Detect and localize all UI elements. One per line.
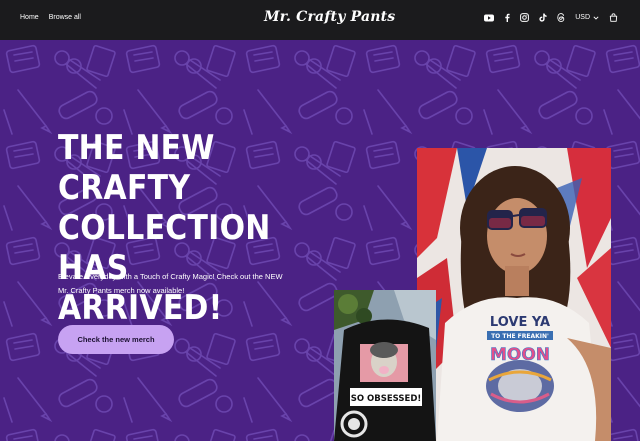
shirt-text-so-obsessed: SO OBSESSED! (351, 394, 422, 404)
tiktok-icon[interactable] (539, 13, 547, 22)
shirt-text-moon: MOON (490, 345, 550, 365)
model-photo-illustration: LOVE YA TO THE FREAKIN' MOON (417, 148, 611, 441)
main-nav: Home Browse all (20, 14, 81, 21)
currency-label: USD (575, 14, 590, 21)
model-photo: LOVE YA TO THE FREAKIN' MOON (417, 148, 611, 441)
merch-shirt-photo: SO OBSESSED! (334, 290, 436, 441)
subtext-line: Elevate Everyday with a Touch of Crafty … (58, 272, 283, 281)
chevron-down-icon (593, 15, 599, 20)
headline-line: THE NEW CRAFTY (58, 128, 215, 208)
nav-home-link[interactable]: Home (20, 14, 39, 21)
top-navigation-bar: Home Browse all Mr. Crafty Pants USD (0, 0, 640, 40)
check-new-merch-button[interactable]: Check the new merch (58, 325, 174, 354)
cart-icon[interactable] (609, 13, 618, 22)
shirt-text-to-the-freakin: TO THE FREAKIN' (491, 333, 549, 340)
facebook-icon[interactable] (504, 13, 510, 22)
shirt-text-love-ya: LOVE YA (490, 315, 550, 330)
currency-selector[interactable]: USD (575, 14, 599, 21)
youtube-icon[interactable] (484, 14, 495, 22)
hero-headline: THE NEW CRAFTY COLLECTION HAS ARRIVED! (58, 128, 313, 328)
header-utilities: USD (484, 13, 618, 22)
nav-browse-all-link[interactable]: Browse all (49, 14, 81, 21)
hero-subtext: Elevate Everyday with a Touch of Crafty … (58, 270, 338, 298)
hero-banner: THE NEW CRAFTY COLLECTION HAS ARRIVED! E… (0, 40, 640, 441)
merch-shirt-illustration: SO OBSESSED! (334, 290, 436, 441)
site-logo[interactable]: Mr. Crafty Pants (264, 9, 395, 25)
subtext-line: Mr. Crafty Pants merch now available! (58, 286, 185, 295)
instagram-icon[interactable] (520, 13, 530, 22)
threads-icon[interactable] (557, 13, 565, 22)
